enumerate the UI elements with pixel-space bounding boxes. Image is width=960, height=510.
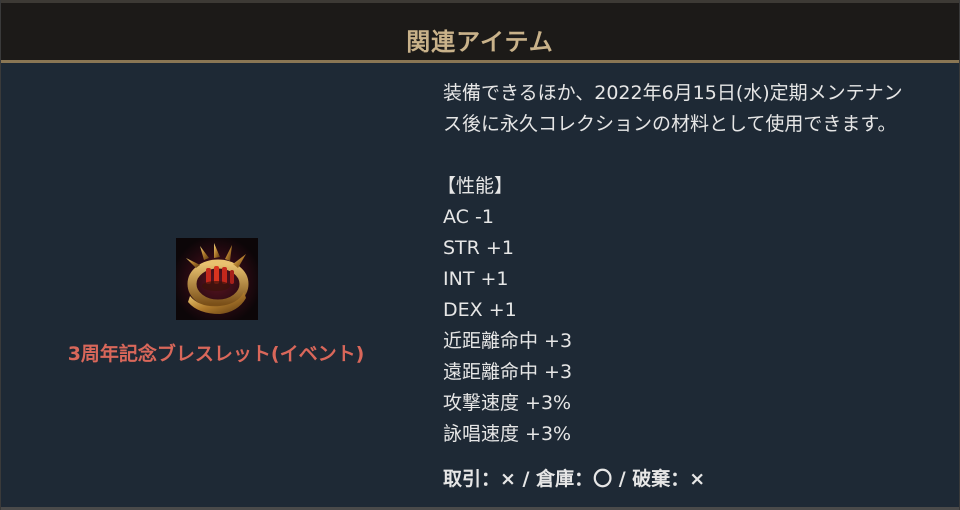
trade-restrictions: 取引：× / 倉庫：〇 / 破棄：× xyxy=(443,468,706,490)
stat-line: DEX +1 xyxy=(443,299,517,321)
stats-heading: 【性能】 xyxy=(437,175,514,197)
related-items-panel: 関連アイテム 3周年記念ブレスレット(イベント) 装備できるほか、2022年6月… xyxy=(0,0,960,510)
panel-title: 関連アイテム xyxy=(406,28,554,56)
stat-line: AC -1 xyxy=(443,206,494,228)
panel-header: 関連アイテム xyxy=(1,0,959,60)
stat-line: INT +1 xyxy=(443,268,509,290)
item-description-line-2: ス後に永久コレクションの材料として使用できます。 xyxy=(443,113,897,135)
item-summary: 3周年記念ブレスレット(イベント) xyxy=(1,63,431,510)
stat-line: 攻撃速度 +3% xyxy=(443,392,572,414)
item-name[interactable]: 3周年記念ブレスレット(イベント) xyxy=(1,339,431,366)
stat-line: STR +1 xyxy=(443,237,514,259)
item-description-line-1: 装備できるほか、2022年6月15日(水)定期メンテナン xyxy=(443,82,903,104)
item-details: 装備できるほか、2022年6月15日(水)定期メンテナン ス後に永久コレクション… xyxy=(437,78,953,495)
stat-line: 詠唱速度 +3% xyxy=(443,423,572,445)
stat-line: 近距離命中 +3 xyxy=(443,330,573,352)
stat-line: 遠距離命中 +3 xyxy=(443,361,573,383)
bracelet-icon[interactable] xyxy=(176,238,258,320)
